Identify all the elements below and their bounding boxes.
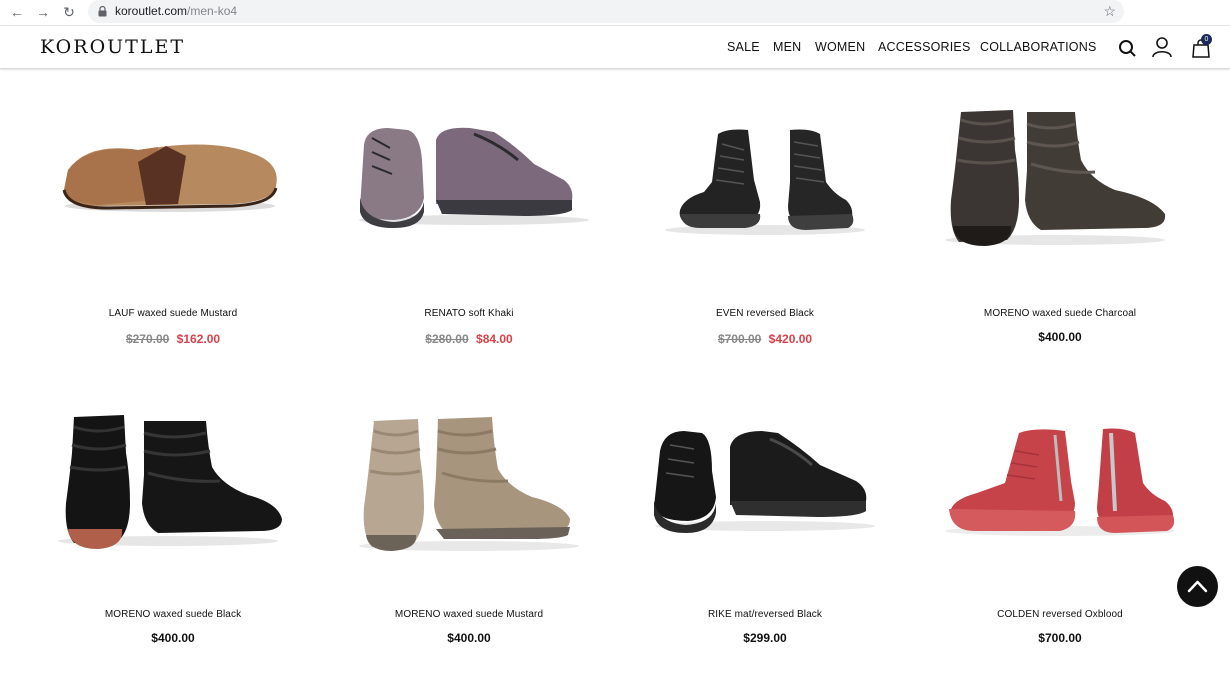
search-icon[interactable] bbox=[1118, 39, 1136, 57]
forward-arrow-icon[interactable]: → bbox=[33, 2, 53, 22]
cart-button[interactable]: 0 bbox=[1191, 34, 1213, 60]
product-image[interactable] bbox=[915, 90, 1205, 290]
product-name[interactable]: MORENO waxed suede Charcoal bbox=[915, 308, 1205, 319]
product-card[interactable]: COLDEN reversed Oxblood $700.00 bbox=[915, 391, 1205, 681]
product-image[interactable] bbox=[28, 90, 318, 290]
address-bar[interactable]: koroutlet.com/men-ko4 ☆ bbox=[88, 0, 1124, 23]
url-domain: koroutlet.com bbox=[115, 4, 188, 18]
sale-price: $420.00 bbox=[768, 332, 813, 346]
price: $700.00 bbox=[1038, 631, 1082, 645]
product-card[interactable]: LAUF waxed suede Mustard $270.00 $162.00 bbox=[28, 90, 318, 380]
nav-collaborations[interactable]: COLLABORATIONS bbox=[980, 40, 1096, 54]
reload-icon[interactable]: ↻ bbox=[59, 2, 79, 22]
product-name[interactable]: RENATO soft Khaki bbox=[324, 308, 614, 319]
product-prices: $400.00 bbox=[28, 631, 318, 645]
price: $400.00 bbox=[151, 631, 195, 645]
original-price: $270.00 bbox=[125, 332, 170, 346]
product-card[interactable]: RENATO soft Khaki $280.00 $84.00 bbox=[324, 90, 614, 380]
product-prices: $400.00 bbox=[915, 330, 1205, 344]
original-price: $700.00 bbox=[717, 332, 762, 346]
product-name[interactable]: EVEN reversed Black bbox=[620, 308, 910, 319]
site-header: KOROUTLET SALE MEN WOMEN ACCESSORIES COL… bbox=[0, 25, 1230, 69]
product-card[interactable]: EVEN reversed Black $700.00 $420.00 bbox=[620, 90, 910, 380]
product-image[interactable] bbox=[324, 391, 614, 591]
product-name[interactable]: MORENO waxed suede Black bbox=[28, 609, 318, 620]
browser-toolbar: ← → ↻ koroutlet.com/men-ko4 ☆ bbox=[0, 0, 1230, 24]
back-arrow-icon[interactable]: ← bbox=[7, 2, 27, 22]
product-image[interactable] bbox=[620, 90, 910, 290]
price: $400.00 bbox=[447, 631, 491, 645]
price: $400.00 bbox=[1038, 330, 1082, 344]
original-price: $280.00 bbox=[425, 332, 469, 346]
product-prices: $299.00 bbox=[620, 631, 910, 645]
product-prices: $700.00 $420.00 bbox=[620, 332, 910, 346]
product-image[interactable] bbox=[915, 391, 1205, 591]
nav-sale[interactable]: SALE bbox=[727, 40, 760, 54]
sale-price: $162.00 bbox=[176, 332, 221, 346]
product-name[interactable]: RIKE mat/reversed Black bbox=[620, 609, 910, 620]
chevron-up-icon bbox=[1187, 580, 1208, 593]
url-text: koroutlet.com/men-ko4 bbox=[115, 4, 237, 18]
price: $299.00 bbox=[743, 631, 787, 645]
product-image[interactable] bbox=[324, 90, 614, 290]
bookmark-star-icon[interactable]: ☆ bbox=[1103, 2, 1116, 20]
product-image[interactable] bbox=[28, 391, 318, 591]
product-prices: $270.00 $162.00 bbox=[28, 332, 318, 346]
nav-accessories[interactable]: ACCESSORIES bbox=[878, 40, 971, 54]
product-card[interactable]: RIKE mat/reversed Black $299.00 bbox=[620, 391, 910, 681]
product-prices: $280.00 $84.00 bbox=[324, 332, 614, 346]
main-nav: SALE MEN WOMEN ACCESSORIES COLLABORATION… bbox=[0, 40, 1230, 58]
sale-price: $84.00 bbox=[476, 332, 513, 346]
product-image[interactable] bbox=[620, 391, 910, 591]
nav-men[interactable]: MEN bbox=[773, 40, 801, 54]
product-prices: $700.00 bbox=[915, 631, 1205, 645]
scroll-to-top-button[interactable] bbox=[1177, 566, 1218, 607]
cart-count-badge: 0 bbox=[1201, 34, 1212, 45]
account-icon[interactable] bbox=[1151, 36, 1173, 58]
nav-women[interactable]: WOMEN bbox=[815, 40, 865, 54]
product-card[interactable]: MORENO waxed suede Charcoal $400.00 bbox=[915, 90, 1205, 380]
product-card[interactable]: MORENO waxed suede Black $400.00 bbox=[28, 391, 318, 681]
product-name[interactable]: LAUF waxed suede Mustard bbox=[28, 308, 318, 319]
product-name[interactable]: COLDEN reversed Oxblood bbox=[915, 609, 1205, 620]
product-prices: $400.00 bbox=[324, 631, 614, 645]
product-name[interactable]: MORENO waxed suede Mustard bbox=[324, 609, 614, 620]
product-card[interactable]: MORENO waxed suede Mustard $400.00 bbox=[324, 391, 614, 681]
lock-icon bbox=[98, 6, 107, 17]
url-path: /men-ko4 bbox=[187, 4, 238, 18]
